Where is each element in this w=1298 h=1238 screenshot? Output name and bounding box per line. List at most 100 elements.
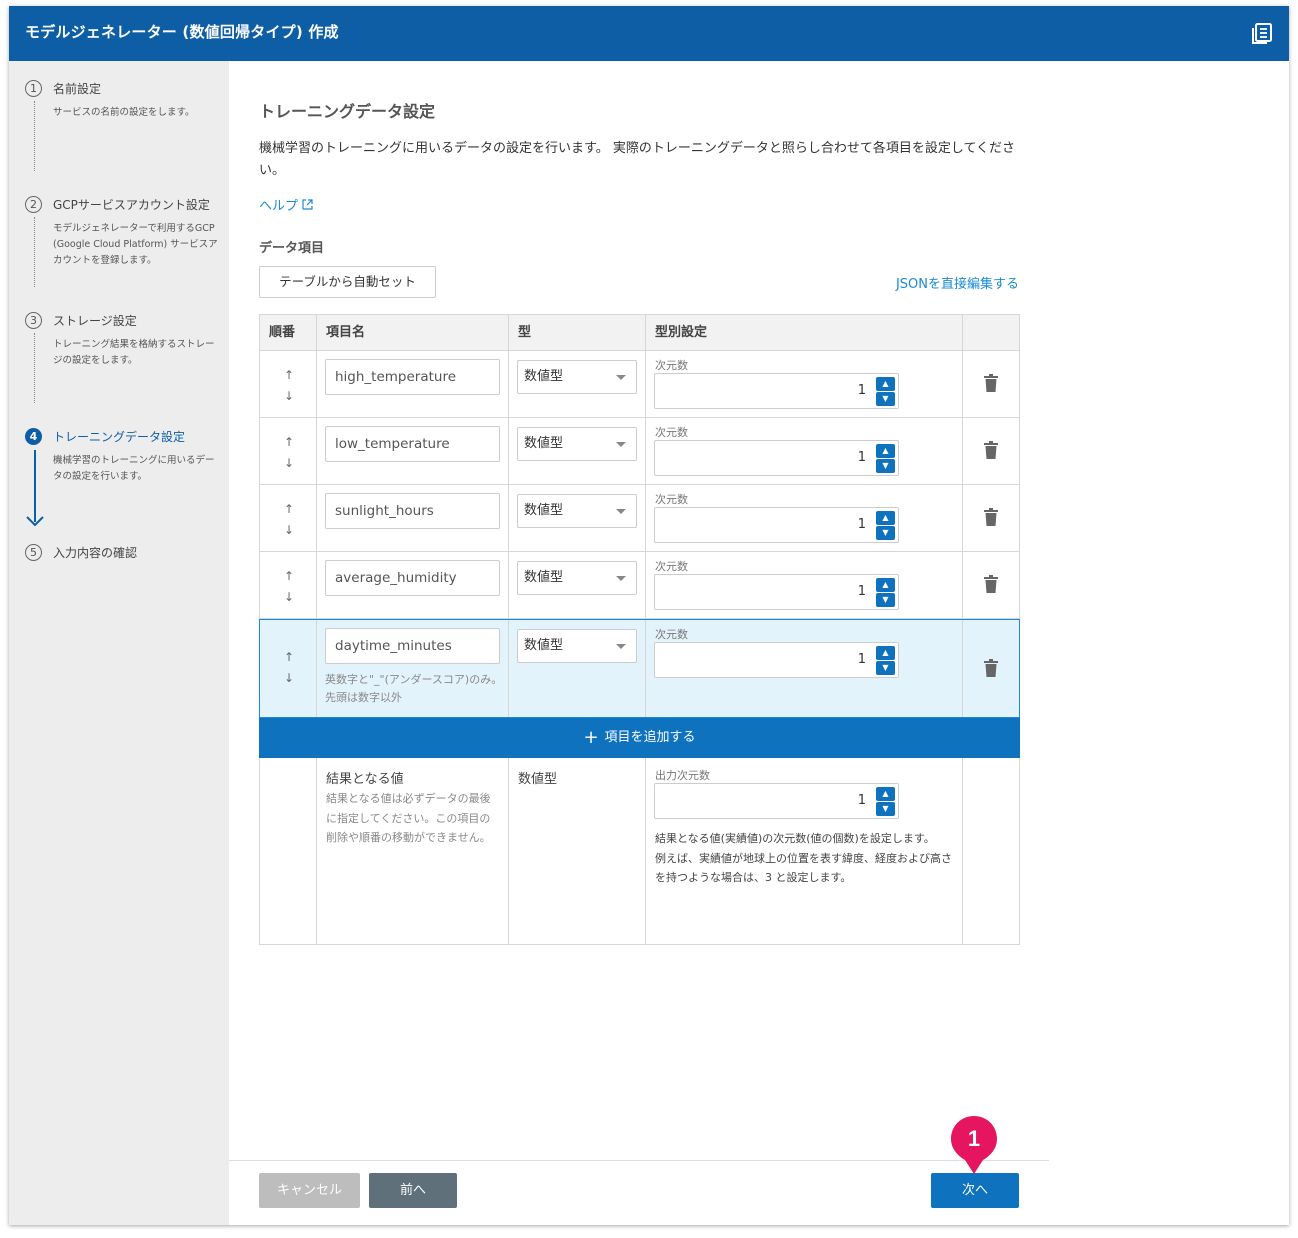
type-select-value: 数値型 — [524, 436, 564, 451]
move-down-icon[interactable]: ↓ — [282, 523, 296, 537]
trash-icon[interactable] — [984, 508, 998, 526]
plus-icon: + — [583, 727, 599, 748]
decrement-icon[interactable]: ▼ — [876, 459, 895, 473]
type-select[interactable]: 数値型 — [517, 561, 637, 595]
dimension-input[interactable]: 1 ▲ ▼ — [654, 642, 899, 678]
name-hint: 英数字と"_"(アンダースコア)のみ。先頭は数字以外 — [325, 673, 503, 704]
increment-icon[interactable]: ▲ — [876, 377, 895, 391]
item-name-input[interactable]: low_temperature — [325, 426, 500, 462]
type-select[interactable]: 数値型 — [517, 629, 637, 663]
dimension-value: 1 — [857, 383, 866, 398]
dimension-input[interactable]: 1 ▲ ▼ — [654, 507, 899, 543]
step-connector — [34, 101, 35, 171]
type-select[interactable]: 数値型 — [517, 494, 637, 528]
action-cell — [963, 758, 1020, 944]
arrow-down-icon — [26, 516, 44, 527]
move-up-icon[interactable]: ↑ — [282, 569, 296, 583]
increment-icon[interactable]: ▲ — [876, 646, 895, 660]
dimension-label: 次元数 — [655, 493, 688, 506]
increment-icon[interactable]: ▲ — [876, 578, 895, 592]
dimension-input[interactable]: 1 ▲ ▼ — [654, 440, 899, 476]
item-name-input[interactable]: daytime_minutes — [325, 628, 500, 664]
step-description: トレーニング結果を格納するストレージの設定をします。 — [53, 339, 215, 366]
step-connector — [34, 333, 35, 403]
column-name: 項目名 — [317, 315, 509, 350]
move-up-icon[interactable]: ↑ — [282, 502, 296, 516]
increment-icon[interactable]: ▲ — [876, 444, 895, 458]
name-cell: high_temperature — [317, 351, 509, 417]
decrement-icon[interactable]: ▼ — [876, 392, 895, 406]
step-label: 名前設定 — [53, 82, 102, 96]
cancel-button[interactable]: キャンセル — [259, 1173, 360, 1208]
action-cell — [963, 418, 1020, 484]
type-select[interactable]: 数値型 — [517, 360, 637, 394]
table-row: ↑ ↓ high_temperature 数値型 次元数 1 ▲ ▼ — [259, 351, 1020, 418]
name-cell: daytime_minutes 英数字と"_"(アンダースコア)のみ。先頭は数字… — [317, 620, 509, 717]
dimension-input[interactable]: 1 ▲ ▼ — [654, 373, 899, 409]
decrement-icon[interactable]: ▼ — [876, 526, 895, 540]
item-name-input[interactable]: high_temperature — [325, 359, 500, 395]
decrement-icon[interactable]: ▼ — [876, 802, 895, 816]
move-up-icon[interactable]: ↑ — [282, 435, 296, 449]
name-cell: sunlight_hours — [317, 485, 509, 551]
data-items-table: 順番 項目名 型 型別設定 ↑ ↓ high_temperature 数値型 次… — [259, 314, 1020, 945]
callout-number: 1 — [968, 1126, 980, 1151]
type-cell: 数値型 — [509, 351, 646, 417]
edit-json-link[interactable]: JSONを直接編集する — [896, 273, 1019, 292]
header-bar: モデルジェネレーター (数値回帰タイプ) 作成 — [9, 6, 1289, 61]
action-cell — [963, 351, 1020, 417]
move-down-icon[interactable]: ↓ — [282, 389, 296, 403]
output-dimension-input[interactable]: 1 ▲ ▼ — [654, 783, 899, 819]
step-sidebar: 1 名前設定 サービスの名前の設定をします。 2 GCPサービスアカウント設定 … — [9, 61, 229, 1225]
trash-icon[interactable] — [984, 374, 998, 392]
order-cell: ↑ ↓ — [260, 552, 317, 618]
type-cell: 数値型 — [509, 552, 646, 618]
name-cell: low_temperature — [317, 418, 509, 484]
result-row: 結果となる値 結果となる値は必ずデータの最後に指定してください。この項目の削除や… — [259, 758, 1020, 945]
move-down-icon[interactable]: ↓ — [282, 456, 296, 470]
settings-cell: 次元数 1 ▲ ▼ — [646, 351, 963, 417]
auto-set-from-table-button[interactable]: テーブルから自動セット — [259, 266, 436, 298]
settings-cell: 次元数 1 ▲ ▼ — [646, 552, 963, 618]
type-select-value: 数値型 — [524, 570, 564, 585]
increment-icon[interactable]: ▲ — [876, 511, 895, 525]
trash-icon[interactable] — [984, 441, 998, 459]
external-link-icon — [302, 199, 313, 210]
step-number: 5 — [25, 544, 42, 561]
type-select-value: 数値型 — [524, 369, 564, 384]
trash-icon[interactable] — [984, 575, 998, 593]
dimension-input[interactable]: 1 ▲ ▼ — [654, 574, 899, 610]
move-down-icon[interactable]: ↓ — [282, 590, 296, 604]
step-description: モデルジェネレーターで利用するGCP (Google Cloud Platfor… — [53, 223, 218, 266]
decrement-icon[interactable]: ▼ — [876, 593, 895, 607]
item-name-input[interactable]: sunlight_hours — [325, 493, 500, 529]
item-name-input[interactable]: average_humidity — [325, 560, 500, 596]
move-up-icon[interactable]: ↑ — [282, 368, 296, 382]
type-select-value: 数値型 — [524, 503, 564, 518]
table-row: ↑ ↓ average_humidity 数値型 次元数 1 ▲ ▼ — [259, 552, 1020, 619]
type-cell: 数値型 — [509, 758, 646, 944]
trash-icon[interactable] — [984, 659, 998, 677]
add-item-button[interactable]: + 項目を追加する — [259, 718, 1020, 758]
result-note: 結果となる値は必ずデータの最後に指定してください。この項目の削除や順番の移動がで… — [326, 792, 491, 844]
result-name: 結果となる値 — [326, 772, 404, 787]
next-button[interactable]: 次へ — [931, 1173, 1019, 1208]
result-type: 数値型 — [518, 772, 558, 787]
settings-cell: 次元数 1 ▲ ▼ — [646, 485, 963, 551]
order-cell — [260, 758, 317, 944]
help-link[interactable]: ヘルプ — [259, 195, 313, 214]
document-icon[interactable] — [1251, 23, 1273, 45]
type-cell: 数値型 — [509, 418, 646, 484]
type-select[interactable]: 数値型 — [517, 427, 637, 461]
previous-button[interactable]: 前へ — [369, 1173, 457, 1208]
move-down-icon[interactable]: ↓ — [282, 671, 296, 685]
name-cell: average_humidity — [317, 552, 509, 618]
settings-cell: 出力次元数 1 ▲ ▼ 結果となる値(実績値)の次元数(値の個数)を設定します。… — [646, 758, 963, 944]
step-description: 機械学習のトレーニングに用いるデータの設定を行います。 — [53, 455, 215, 482]
move-up-icon[interactable]: ↑ — [282, 650, 296, 664]
increment-icon[interactable]: ▲ — [876, 787, 895, 801]
decrement-icon[interactable]: ▼ — [876, 661, 895, 675]
caret-down-icon — [616, 442, 626, 447]
table-row-selected: ↑ ↓ daytime_minutes 英数字と"_"(アンダースコア)のみ。先… — [259, 619, 1020, 718]
caret-down-icon — [616, 576, 626, 581]
